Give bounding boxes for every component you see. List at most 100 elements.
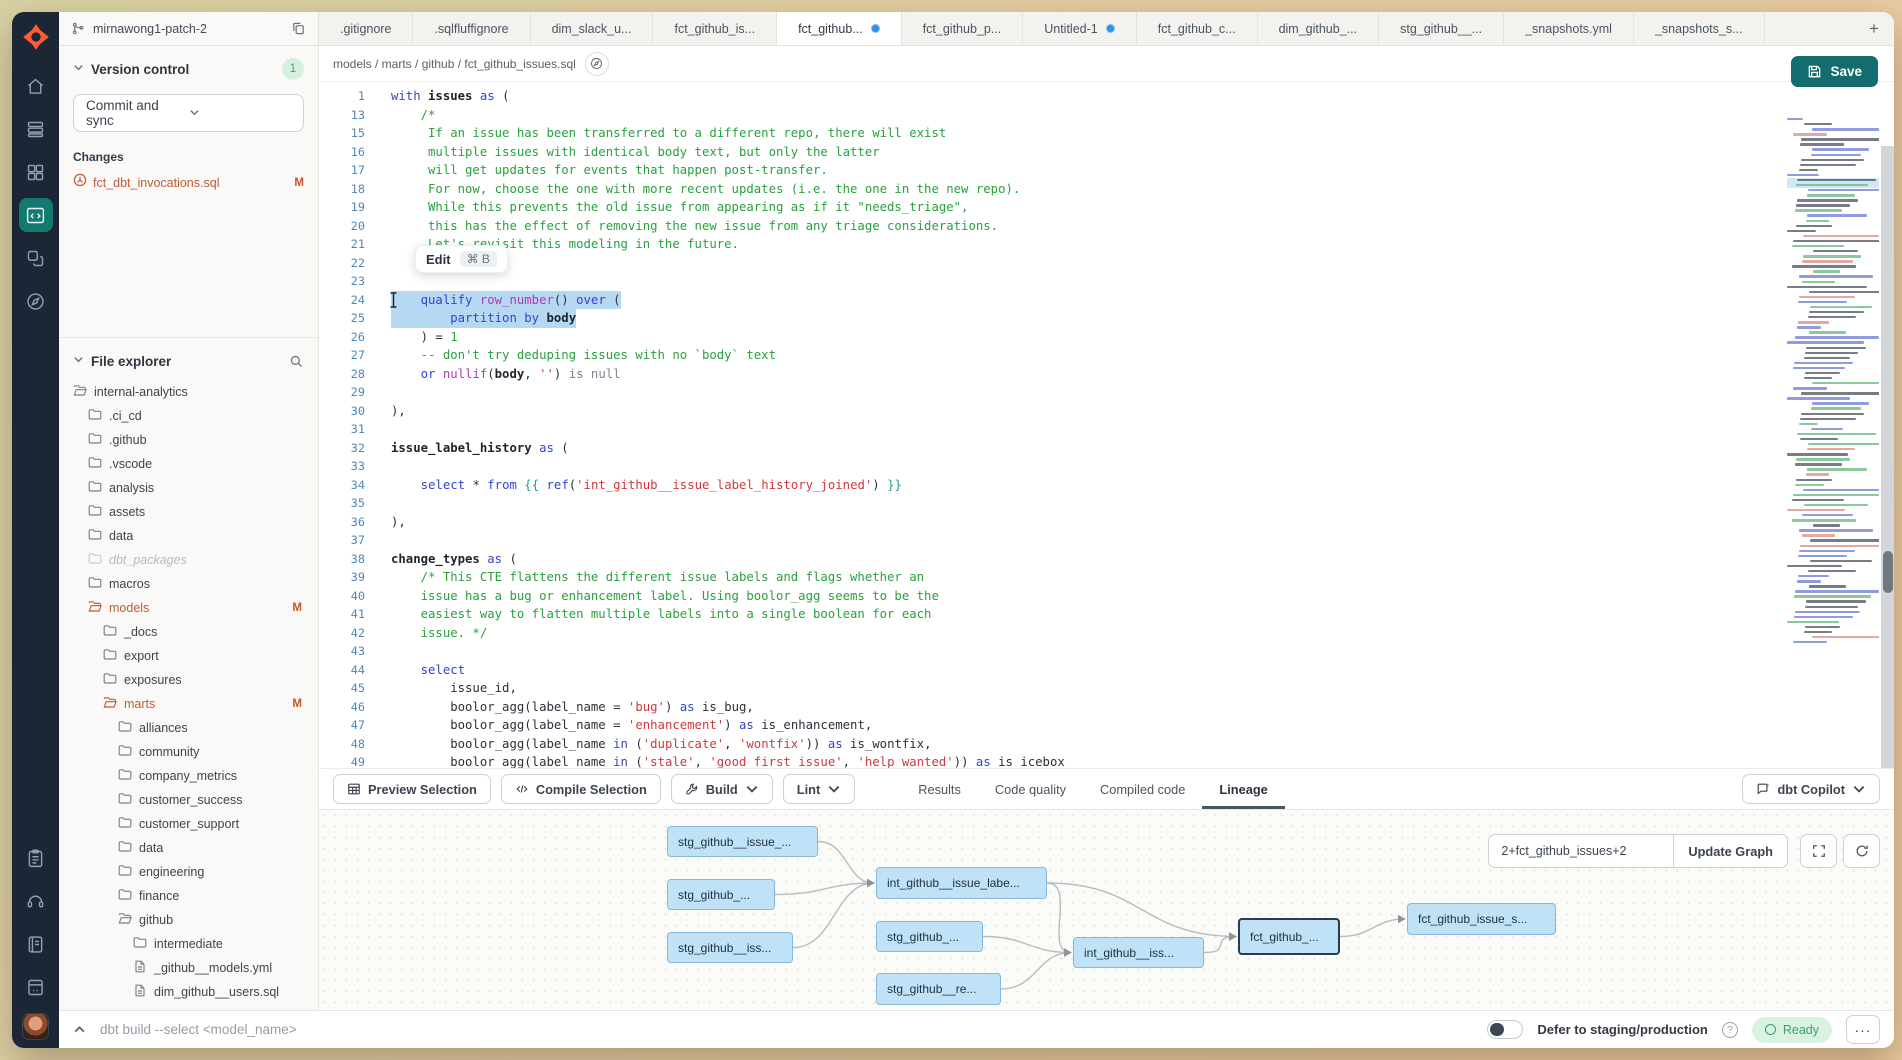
file-tree-item[interactable]: intermediate [73,932,304,956]
home-icon[interactable] [19,69,53,103]
lineage-node[interactable]: int_github__iss... [1073,937,1204,968]
file-tree-item[interactable]: _docs [73,620,304,644]
file-tree-item[interactable]: .vscode [73,452,304,476]
help-icon[interactable]: ? [1722,1022,1738,1038]
file-tree-item[interactable]: data [73,524,304,548]
code-line[interactable]: 19 While this prevents the old issue fro… [319,198,1774,217]
editor-tab[interactable]: dim_slack_u... [531,12,654,45]
defer-toggle[interactable] [1487,1020,1523,1039]
code-line[interactable]: 20 this has the effect of removing the n… [319,217,1774,236]
tab-results[interactable]: Results [901,769,978,809]
file-tree-item[interactable]: github [73,908,304,932]
code-line[interactable]: 40 issue has a bug or enhancement label.… [319,587,1774,606]
compile-selection-button[interactable]: Compile Selection [501,774,661,804]
code-line[interactable]: 31 [319,420,1774,439]
file-tree-item[interactable]: .ci_cd [73,404,304,428]
code-line[interactable]: 38change_types as ( [319,550,1774,569]
code-line[interactable]: 39 /* This CTE flattens the different is… [319,568,1774,587]
file-tree-item[interactable]: martsM [73,692,304,716]
file-tree-item[interactable]: customer_success [73,788,304,812]
file-tree-item[interactable]: company_metrics [73,764,304,788]
code-line[interactable]: 27 -- don't try deduping issues with no … [319,346,1774,365]
lineage-node[interactable]: stg_github_... [667,879,775,910]
release-notes-icon[interactable] [19,841,53,875]
code-line[interactable]: 32issue_label_history as ( [319,439,1774,458]
editor-tab[interactable]: _snapshots.yml [1504,12,1634,45]
lineage-node[interactable]: stg_github__issue_... [667,826,818,857]
code-line[interactable]: 48 boolor_agg(label_name in ('duplicate'… [319,735,1774,754]
file-tree-item[interactable]: finance [73,884,304,908]
more-options-button[interactable]: ··· [1846,1015,1880,1044]
file-tree-item[interactable]: modelsM [73,596,304,620]
file-tree-item[interactable]: internal-analytics [73,380,304,404]
file-tree-item[interactable]: macros [73,572,304,596]
code-line[interactable]: 23 [319,272,1774,291]
code-line[interactable]: 41 easiest way to flatten multiple label… [319,605,1774,624]
code-line[interactable]: 28 or nullif(body, '') is null [319,365,1774,384]
code-line[interactable]: 43 [319,642,1774,661]
documentation-icon[interactable] [19,927,53,961]
dbt-copilot-button[interactable]: dbt Copilot [1742,774,1880,804]
editor-tab[interactable]: fct_github_c... [1137,12,1258,45]
file-tree-item[interactable]: dbt_packages [73,548,304,572]
code-line[interactable]: 33 [319,457,1774,476]
editor-tab[interactable]: .sqlfluffignore [413,12,530,45]
git-branch-chip[interactable]: mirnawong1-patch-2 [59,12,319,45]
file-tree-item[interactable]: customer_support [73,812,304,836]
code-line[interactable]: 25 partition by body [319,309,1774,328]
editor-tab[interactable]: _snapshots_s... [1634,12,1765,45]
editor-tab[interactable]: Untitled-1 [1023,12,1137,45]
edit-button[interactable]: Edit [426,252,451,267]
file-explorer-header[interactable]: File explorer [73,352,304,370]
file-tree-item[interactable]: community [73,740,304,764]
code-line[interactable]: 30), [319,402,1774,421]
code-line[interactable]: 34 select * from {{ ref('int_github__iss… [319,476,1774,495]
command-input[interactable]: dbt build --select <model_name> [100,1022,1473,1037]
code-line[interactable]: 45 issue_id, [319,679,1774,698]
update-graph-button[interactable]: Update Graph [1674,834,1788,868]
apps-grid-icon[interactable] [19,155,53,189]
file-tree-item[interactable]: exposures [73,668,304,692]
dbt-logo-icon[interactable] [19,20,53,54]
deploy-icon[interactable] [19,112,53,146]
code-line[interactable]: 29 [319,383,1774,402]
fullscreen-icon[interactable] [1800,834,1837,868]
compass-icon[interactable] [585,52,609,76]
code-line[interactable]: 44 select [319,661,1774,680]
editor-tab[interactable]: stg_github__... [1379,12,1504,45]
lineage-node[interactable]: stg_github__iss... [667,932,793,963]
lineage-selector-input[interactable] [1488,834,1674,868]
save-button[interactable]: Save [1791,56,1878,87]
code-area[interactable]: 1with issues as (13 /*15 If an issue has… [319,82,1774,768]
file-tree-item[interactable]: dim_github__users.sql [73,980,304,1004]
code-line[interactable]: 47 boolor_agg(label_name = 'enhancement'… [319,716,1774,735]
code-line[interactable]: 13 /* [319,106,1774,125]
code-line[interactable]: 26 ) = 1 [319,328,1774,347]
editor-tab[interactable]: .gitignore [319,12,413,45]
organization-icon[interactable] [19,970,53,1004]
code-line[interactable]: 42 issue. */ [319,624,1774,643]
file-tree-item[interactable]: .github [73,428,304,452]
tab-lineage[interactable]: Lineage [1202,769,1284,809]
chevron-up-icon[interactable] [73,1023,86,1036]
scrollbar-thumb[interactable] [1883,551,1893,593]
version-control-header[interactable]: Version control 1 [73,58,304,80]
copy-branch-icon[interactable] [291,21,306,36]
new-tab-button[interactable]: + [1854,12,1894,45]
editor-tab[interactable]: dim_github_... [1258,12,1380,45]
code-line[interactable]: 35 [319,494,1774,513]
minimap[interactable] [1787,118,1879,678]
lineage-node[interactable]: stg_github_... [876,921,983,952]
lineage-node[interactable]: int_github__issue_labe... [876,867,1047,899]
build-button[interactable]: Build [671,774,773,804]
refresh-icon[interactable] [1843,834,1880,868]
code-line[interactable]: 15 If an issue has been transferred to a… [319,124,1774,143]
code-line[interactable]: 46 boolor_agg(label_name = 'bug') as is_… [319,698,1774,717]
lineage-node[interactable]: fct_github_... [1238,918,1340,955]
code-line[interactable]: 17 will get updates for events that happ… [319,161,1774,180]
code-line[interactable]: 18 For now, choose the one with more rec… [319,180,1774,199]
code-line[interactable]: 1with issues as ( [319,87,1774,106]
code-line[interactable]: 37 [319,531,1774,550]
editor-tab[interactable]: fct_github... [777,12,902,45]
editor-tab[interactable]: fct_github_is... [653,12,777,45]
